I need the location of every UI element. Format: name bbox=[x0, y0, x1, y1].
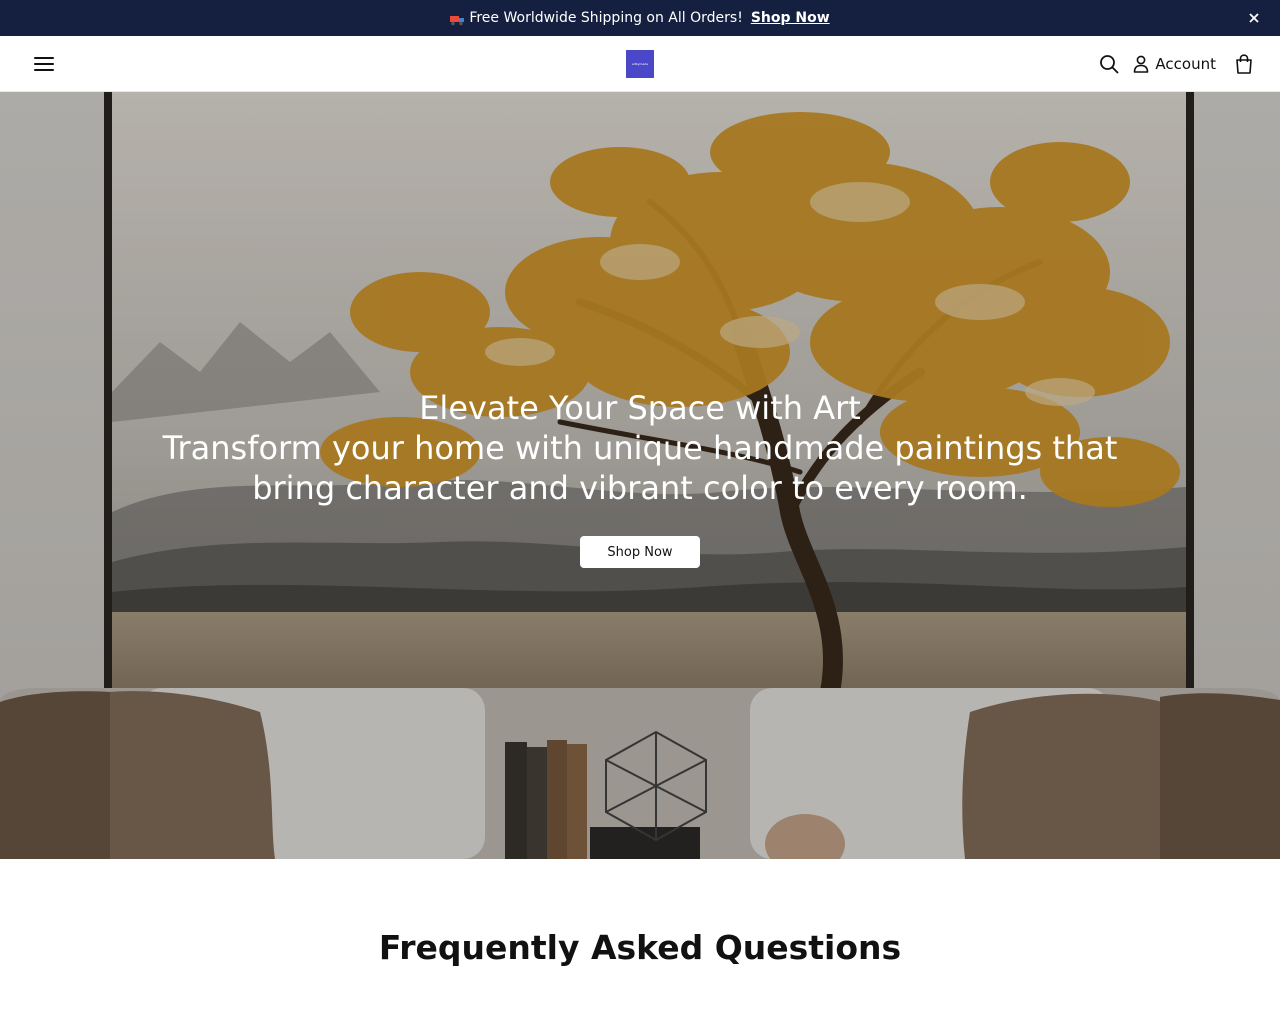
faq-heading: Frequently Asked Questions bbox=[378, 928, 902, 967]
hero-content: Elevate Your Space with Art Transform yo… bbox=[0, 388, 1280, 568]
search-icon bbox=[1100, 55, 1119, 74]
site-header: artkymade Account bbox=[0, 36, 1280, 92]
hero-title: Elevate Your Space with Art bbox=[419, 389, 861, 427]
truck-icon bbox=[450, 14, 465, 25]
account-label: Account bbox=[1155, 55, 1216, 73]
user-icon bbox=[1134, 55, 1149, 73]
announcement-shop-now-link[interactable]: Shop Now bbox=[751, 10, 830, 26]
account-button[interactable]: Account bbox=[1133, 55, 1216, 73]
logo-text: artkymade bbox=[631, 62, 649, 66]
bag-icon bbox=[1236, 54, 1252, 74]
close-announcement-button[interactable] bbox=[1244, 8, 1264, 28]
cart-button[interactable] bbox=[1232, 52, 1256, 76]
search-button[interactable] bbox=[1097, 52, 1121, 76]
announcement-message: Free Worldwide Shipping on All Orders! bbox=[469, 10, 743, 26]
hero-shop-now-button[interactable]: Shop Now bbox=[580, 536, 700, 568]
faq-section: Frequently Asked Questions bbox=[0, 928, 1280, 967]
announcement-bar: Free Worldwide Shipping on All Orders! S… bbox=[0, 0, 1280, 36]
menu-button[interactable] bbox=[28, 50, 60, 78]
site-logo[interactable]: artkymade bbox=[626, 50, 654, 78]
close-icon bbox=[1249, 13, 1259, 23]
hero-subtitle: Transform your home with unique handmade… bbox=[162, 429, 1118, 507]
hero-banner: Elevate Your Space with Art Transform yo… bbox=[0, 92, 1280, 859]
menu-icon bbox=[34, 57, 54, 71]
